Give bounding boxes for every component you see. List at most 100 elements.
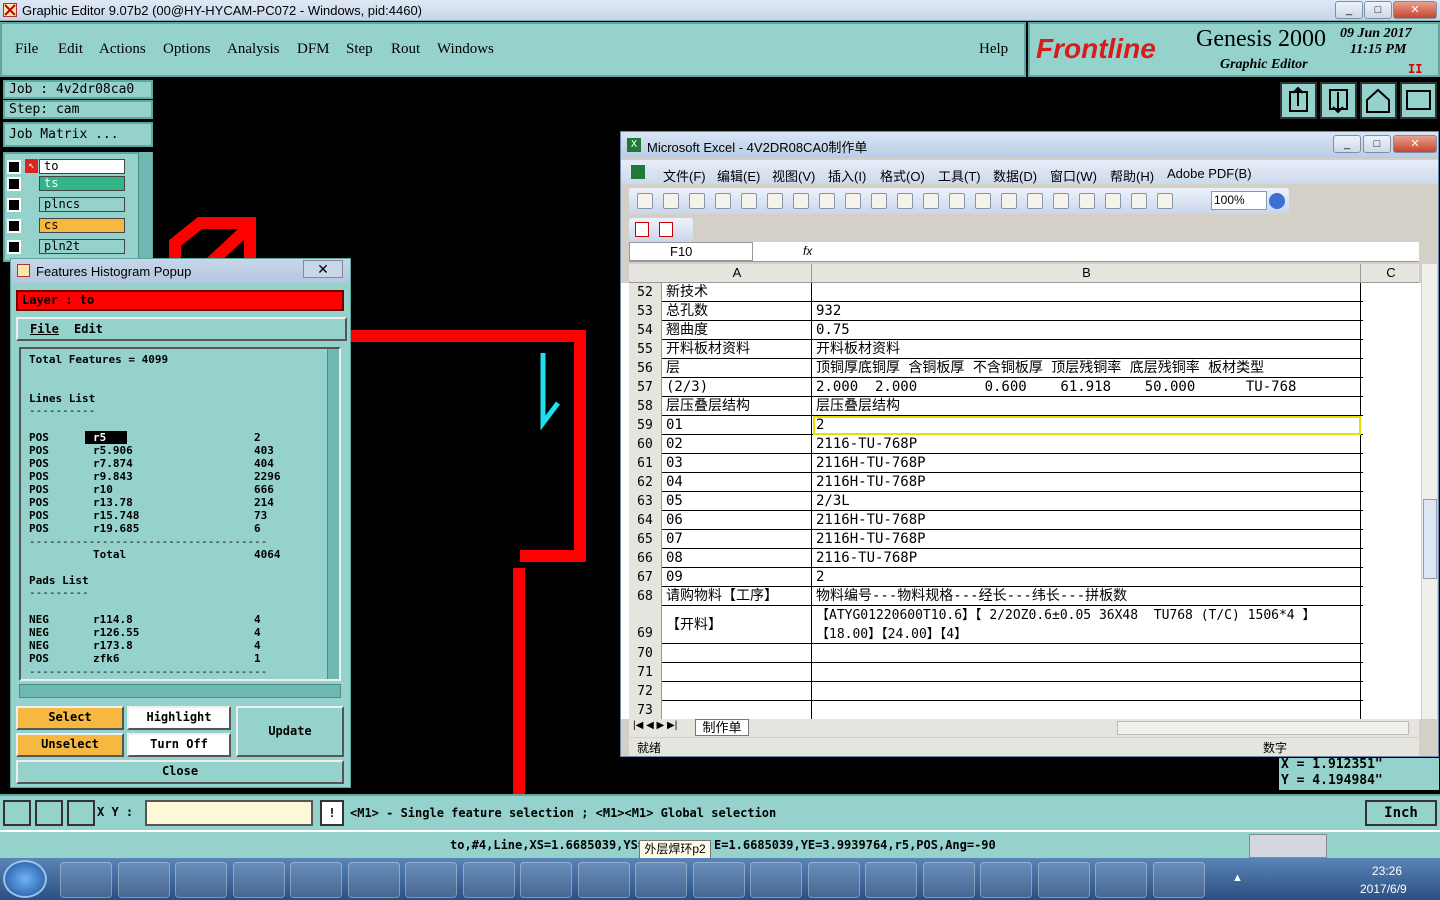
job-matrix-button[interactable]: Job Matrix ... <box>3 122 153 147</box>
row-number[interactable]: 54 <box>629 321 662 340</box>
layer-scrollbar[interactable] <box>138 152 152 258</box>
research-icon[interactable] <box>845 193 861 209</box>
line-symbol[interactable]: r10 <box>85 483 113 496</box>
sheet-row[interactable]: 70 <box>629 644 1363 663</box>
turn-off-button[interactable]: Turn Off <box>127 733 231 757</box>
cell-b[interactable]: 932 <box>813 302 1361 321</box>
excel-maximize-button[interactable]: □ <box>1363 135 1391 153</box>
popup-menu-file[interactable]: File <box>30 322 59 336</box>
column-header-b[interactable]: B <box>813 264 1361 283</box>
layer-row-ts[interactable]: ts <box>5 175 125 193</box>
sheet-row[interactable]: 71 <box>629 663 1363 682</box>
tool-button-up-icon[interactable] <box>1280 82 1317 119</box>
row-number[interactable]: 69 <box>629 606 662 644</box>
paste-icon[interactable] <box>923 193 939 209</box>
redo-icon[interactable] <box>1001 193 1017 209</box>
sheet-grid[interactable]: 52 新技术 53 总孔数 932 54 翘曲度 0.75 55 开料板材资料 开料板材资料 56 层顶… <box>621 283 1421 719</box>
sort-asc-icon[interactable] <box>1079 193 1095 209</box>
layer-row-cs[interactable]: cs <box>5 217 125 235</box>
menu-help[interactable]: Help <box>979 41 1008 58</box>
graphic-editor-icon[interactable] <box>1037 862 1090 898</box>
cell-b[interactable] <box>813 701 1361 719</box>
excel-icon[interactable] <box>520 862 572 898</box>
cell-b[interactable] <box>813 663 1361 682</box>
row-number[interactable]: 57 <box>629 378 662 397</box>
graphic-editor-icon[interactable] <box>865 862 917 898</box>
cell-b[interactable]: 【ATYG01220600T10.6】【 2/2OZ0.6±0.05 36X48… <box>813 606 1361 644</box>
menu-dfm[interactable]: DFM <box>297 41 330 58</box>
close-button[interactable]: ✕ <box>1393 1 1437 19</box>
network-icon[interactable] <box>1152 862 1205 898</box>
save-disk-icon[interactable] <box>232 862 285 898</box>
tool-button-screen-icon[interactable] <box>1400 82 1437 119</box>
cell-a[interactable]: 05 <box>663 492 812 511</box>
sheet-row[interactable]: 64 06 2116H-TU-768P <box>629 511 1363 530</box>
chart-icon[interactable] <box>1131 193 1147 209</box>
start-button[interactable] <box>3 860 47 898</box>
popup-close-icon[interactable]: ✕ <box>303 260 343 278</box>
frontline-icon[interactable] <box>405 862 457 898</box>
row-number[interactable]: 73 <box>629 701 662 719</box>
cell-a[interactable]: 【开料】 <box>663 606 812 644</box>
layer-row-to[interactable]: ↖ to <box>5 158 125 176</box>
sheet-row[interactable]: 57 (2/3) 2.000 2.000 0.600 61.918 50.000 T… <box>629 378 1363 397</box>
cell-a[interactable]: 翘曲度 <box>663 321 812 340</box>
sheet-nav-arrows[interactable]: |◀ ◀ ▶ ▶| <box>633 720 677 731</box>
excel-menu-format[interactable]: 格式(O) <box>880 166 925 185</box>
close-popup-button[interactable]: Close <box>16 760 344 784</box>
excel-vscrollbar[interactable] <box>1421 264 1437 719</box>
permission-icon[interactable] <box>715 193 731 209</box>
excel-hscrollbar[interactable] <box>1117 721 1409 735</box>
unselect-button[interactable]: Unselect <box>16 733 124 757</box>
print-icon[interactable] <box>767 193 783 209</box>
line-symbol[interactable]: r13.78 <box>85 496 133 509</box>
cell-a[interactable]: 07 <box>663 530 812 549</box>
pad-symbol[interactable]: r114.8 <box>85 613 133 626</box>
row-number[interactable]: 59 <box>629 416 662 435</box>
zoom-select[interactable]: 100% <box>1211 191 1267 210</box>
cell-a[interactable]: 开料板材资料 <box>663 340 812 359</box>
notepad-icon[interactable] <box>347 862 400 898</box>
cell-b[interactable] <box>813 283 1361 302</box>
column-header-c[interactable]: C <box>1362 264 1420 283</box>
line-symbol[interactable]: r5.906 <box>85 444 133 457</box>
zoom-tool-icon[interactable] <box>3 800 31 826</box>
excel-minimize-button[interactable]: _ <box>1333 135 1361 153</box>
excel-close-button[interactable]: ✕ <box>1393 135 1437 153</box>
cell-b[interactable]: 层压叠层结构 <box>813 397 1361 416</box>
sheet-row[interactable]: 60 02 2116-TU-768P <box>629 435 1363 454</box>
xy-input[interactable] <box>145 800 313 826</box>
row-number[interactable]: 52 <box>629 283 662 302</box>
undo-icon[interactable] <box>975 193 991 209</box>
menu-options[interactable]: Options <box>163 41 211 58</box>
column-header-a[interactable]: A <box>663 264 812 283</box>
cell-b[interactable]: 2116H-TU-768P <box>813 530 1361 549</box>
new-icon[interactable] <box>637 193 653 209</box>
sheet-row[interactable]: 63 05 2/3L <box>629 492 1363 511</box>
cell-b[interactable]: 2116H-TU-768P <box>813 454 1361 473</box>
sheet-row[interactable]: 65 07 2116H-TU-768P <box>629 530 1363 549</box>
sheet-row[interactable]: 67 09 2 <box>629 568 1363 587</box>
line-symbol[interactable]: r19.685 <box>85 522 139 535</box>
cell-b[interactable]: 2.000 2.000 0.600 61.918 50.000 TU-768 <box>813 378 1361 397</box>
spelling-icon[interactable] <box>819 193 835 209</box>
excel-icon[interactable] <box>577 862 630 898</box>
row-number[interactable]: 70 <box>629 644 662 663</box>
excel-icon[interactable] <box>750 862 802 898</box>
row-number[interactable]: 68 <box>629 587 662 606</box>
excel-menu-help[interactable]: 帮助(H) <box>1110 166 1154 185</box>
row-number[interactable]: 72 <box>629 682 662 701</box>
layer-checkbox[interactable] <box>7 240 21 254</box>
row-number[interactable]: 55 <box>629 340 662 359</box>
line-symbol[interactable]: r5 <box>85 431 127 444</box>
list-hscrollbar[interactable] <box>19 684 341 698</box>
hyperlink-icon[interactable] <box>1027 193 1043 209</box>
genesis-icon[interactable] <box>117 862 170 898</box>
line-symbol[interactable]: r9.843 <box>85 470 133 483</box>
cell-a[interactable] <box>663 644 812 663</box>
cell-b[interactable]: 开料板材资料 <box>813 340 1361 359</box>
sheet-row[interactable]: 52 新技术 <box>629 283 1363 302</box>
word-icon[interactable] <box>462 862 515 898</box>
row-number[interactable]: 67 <box>629 568 662 587</box>
row-number[interactable]: 53 <box>629 302 662 321</box>
